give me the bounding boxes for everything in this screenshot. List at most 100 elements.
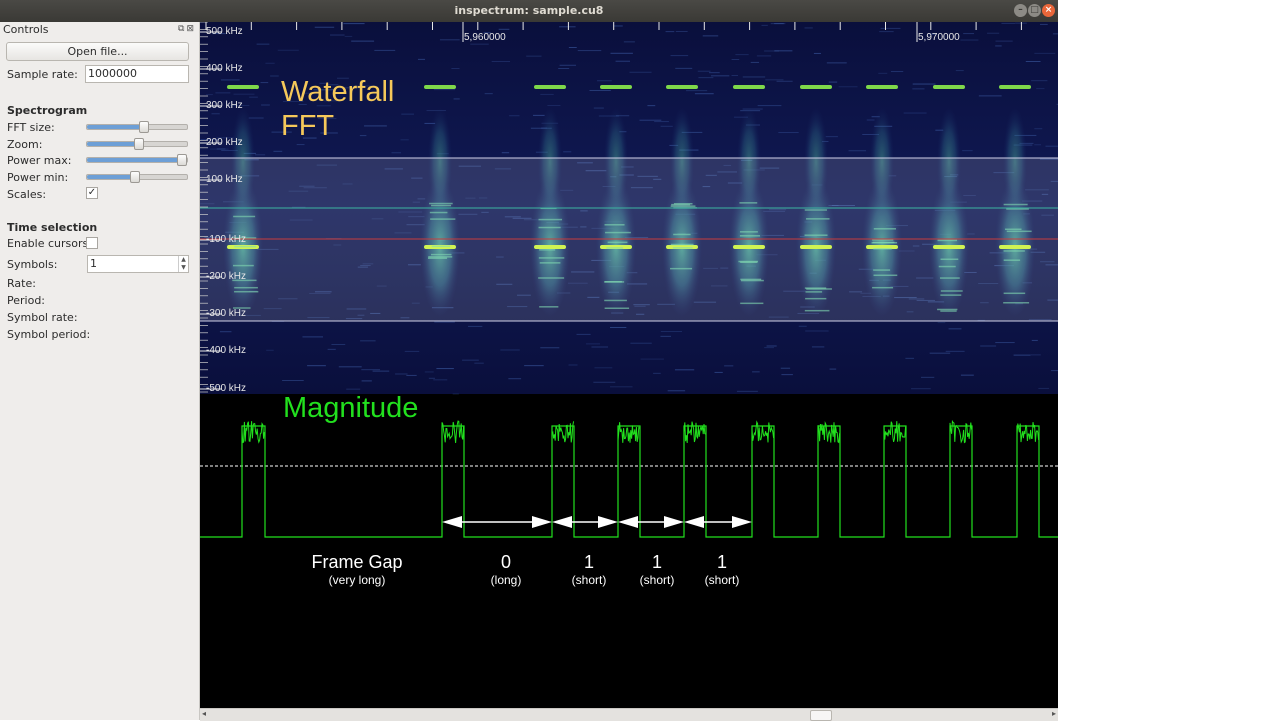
noise-streak (346, 388, 361, 390)
freq-label: -200 kHz (206, 271, 246, 282)
spectrogram-view[interactable]: 500 kHz 400 kHz 300 kHz 200 kHz 100 kHz -100 … (200, 22, 1058, 708)
slider-handle[interactable] (177, 154, 187, 166)
noise-streak (265, 62, 275, 64)
enable-cursors-checkbox[interactable] (86, 237, 98, 249)
undock-icon[interactable]: ⧉ (178, 24, 184, 34)
noise-streak (559, 26, 576, 28)
noise-streak (526, 55, 542, 57)
noise-streak (452, 393, 459, 395)
maximize-icon[interactable]: □ (1028, 4, 1041, 17)
spin-arrows-icon[interactable]: ▲ ▼ (178, 256, 188, 272)
symbol-period-label: Symbol period: (7, 328, 91, 341)
noise-streak (1034, 128, 1043, 130)
noise-streak (468, 325, 483, 327)
noise-streak (813, 52, 821, 54)
scrollbar-thumb[interactable] (810, 710, 832, 721)
burst-carrier-high (866, 85, 898, 89)
arrow-head-right (532, 516, 552, 528)
app-window: inspectrum: sample.cu8 – □ × Controls ⧉ ⊠… (0, 0, 1058, 721)
close-icon[interactable]: × (1042, 4, 1055, 17)
noise-streak (254, 154, 266, 156)
fft-size-slider[interactable] (86, 121, 188, 133)
noise-streak (577, 50, 602, 52)
noise-streak (533, 114, 545, 116)
noise-streak (825, 136, 838, 138)
noise-streak (805, 330, 829, 332)
noise-streak (500, 349, 520, 351)
power-max-slider[interactable] (86, 154, 188, 166)
noise-streak (424, 371, 434, 373)
magnitude-label: Magnitude (283, 392, 418, 424)
magnitude-noise (817, 420, 841, 444)
arrow-head-left (684, 516, 704, 528)
noise-streak (256, 43, 270, 45)
noise-streak (1025, 61, 1041, 63)
noise-streak (639, 119, 662, 121)
power-min-slider[interactable] (86, 171, 188, 183)
noise-streak (880, 27, 901, 29)
noise-streak (766, 345, 777, 347)
noise-streak (879, 31, 894, 33)
noise-streak (404, 350, 420, 352)
arrow-head-left (442, 516, 462, 528)
freq-label: 100 kHz (206, 174, 243, 185)
noise-streak (395, 373, 408, 375)
noise-streak (912, 83, 936, 85)
noise-streak (903, 112, 927, 114)
symbols-spinbox[interactable]: 1 ▲ ▼ (87, 255, 189, 273)
noise-streak (261, 104, 270, 106)
noise-streak (660, 331, 683, 333)
noise-streak (558, 67, 570, 69)
noise-streak (593, 107, 604, 109)
noise-streak (960, 39, 979, 41)
burst-carrier-high (666, 85, 698, 89)
slider-handle[interactable] (130, 171, 140, 183)
noise-streak (524, 365, 544, 367)
noise-streak (540, 347, 560, 349)
sample-rate-label: Sample rate: (7, 68, 78, 81)
annotation-note: (short) (572, 573, 607, 587)
spectrogram-plot[interactable]: 500 kHz 400 kHz 300 kHz 200 kHz 100 kHz -100 … (200, 22, 1058, 708)
noise-streak (451, 67, 460, 69)
horizontal-scrollbar[interactable]: ◂ ▸ (200, 708, 1058, 721)
symbols-label: Symbols: (7, 258, 58, 271)
noise-streak (929, 352, 951, 354)
open-file-button[interactable]: Open file... (6, 42, 189, 61)
noise-streak (1001, 22, 1015, 24)
noise-streak (770, 23, 786, 25)
noise-streak (955, 70, 964, 72)
noise-streak (470, 43, 489, 45)
minimize-icon[interactable]: – (1014, 4, 1027, 17)
freq-label: 500 kHz (206, 26, 243, 37)
noise-streak (568, 46, 577, 48)
scroll-right-icon[interactable]: ▸ (1052, 709, 1056, 718)
noise-streak (675, 30, 688, 32)
noise-streak (665, 31, 675, 33)
slider-handle[interactable] (134, 138, 144, 150)
noise-streak (1031, 339, 1038, 341)
noise-streak (670, 55, 689, 57)
freq-label: -500 kHz (206, 383, 246, 394)
noise-streak (890, 71, 904, 73)
noise-streak (484, 93, 493, 95)
noise-streak (273, 150, 283, 152)
sample-rate-input[interactable]: 1000000 (85, 65, 189, 83)
magnitude-noise (751, 420, 775, 443)
slider-handle[interactable] (139, 121, 149, 133)
noise-streak (781, 374, 793, 376)
noise-streak (780, 367, 791, 369)
noise-streak (400, 139, 409, 141)
noise-streak (905, 357, 915, 359)
symbol-rate-label: Symbol rate: (7, 311, 78, 324)
noise-streak (978, 95, 1002, 97)
noise-streak (434, 321, 455, 323)
period-label: Period: (7, 294, 46, 307)
scroll-left-icon[interactable]: ◂ (202, 709, 206, 718)
zoom-slider[interactable] (86, 138, 188, 150)
burst-carrier-high (733, 85, 765, 89)
panel-close-icon[interactable]: ⊠ (186, 24, 194, 34)
noise-streak (774, 50, 793, 52)
scales-checkbox[interactable]: ✓ (86, 187, 98, 199)
freq-label: 400 kHz (206, 63, 243, 74)
burst-carrier-high (534, 85, 566, 89)
